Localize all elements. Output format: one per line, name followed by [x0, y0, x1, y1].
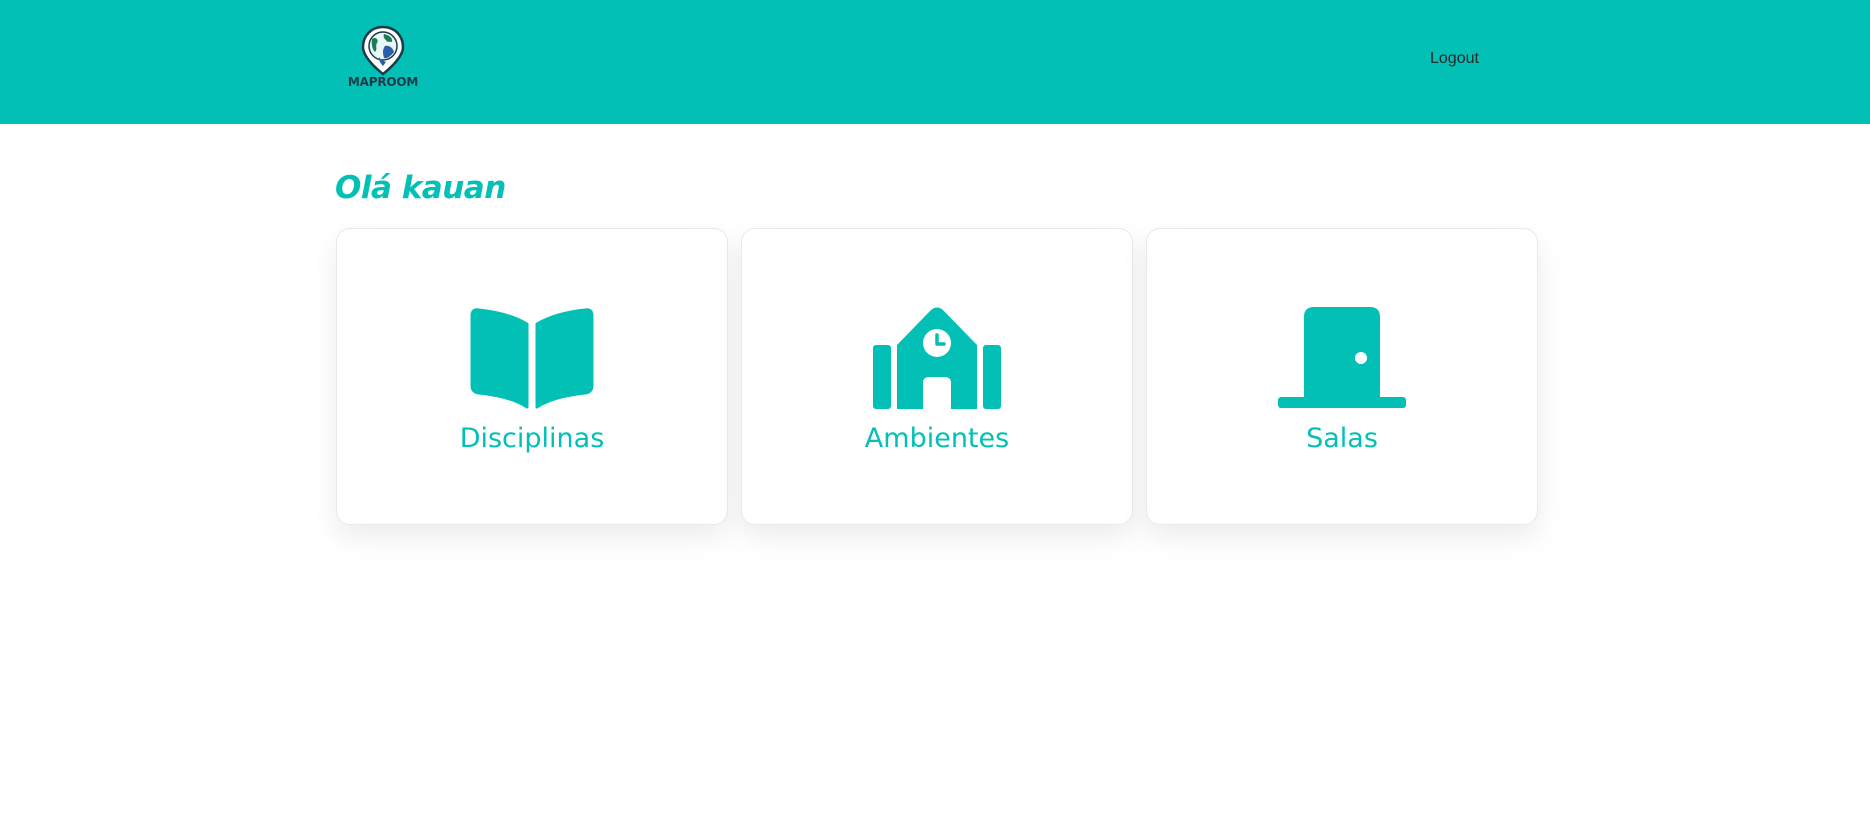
school-building-icon: [873, 307, 1001, 409]
logo-wordmark: MAPROOM: [347, 75, 419, 89]
card-ambientes[interactable]: Ambientes: [741, 228, 1133, 525]
map-pin-globe-icon: [361, 25, 405, 76]
card-label-ambientes: Ambientes: [864, 423, 1010, 454]
card-label-disciplinas: Disciplinas: [459, 423, 605, 454]
card-label-salas: Salas: [1306, 423, 1378, 454]
card-disciplinas[interactable]: Disciplinas: [336, 228, 728, 525]
card-salas[interactable]: Salas: [1146, 228, 1538, 525]
maproom-logo[interactable]: MAPROOM: [346, 24, 420, 94]
book-open-icon: [470, 308, 594, 409]
greeting-heading: Olá kauan: [335, 170, 506, 206]
door-closed-icon: [1278, 307, 1406, 408]
top-navbar: MAPROOM Logout: [0, 0, 1870, 124]
logout-link[interactable]: Logout: [1430, 50, 1479, 68]
